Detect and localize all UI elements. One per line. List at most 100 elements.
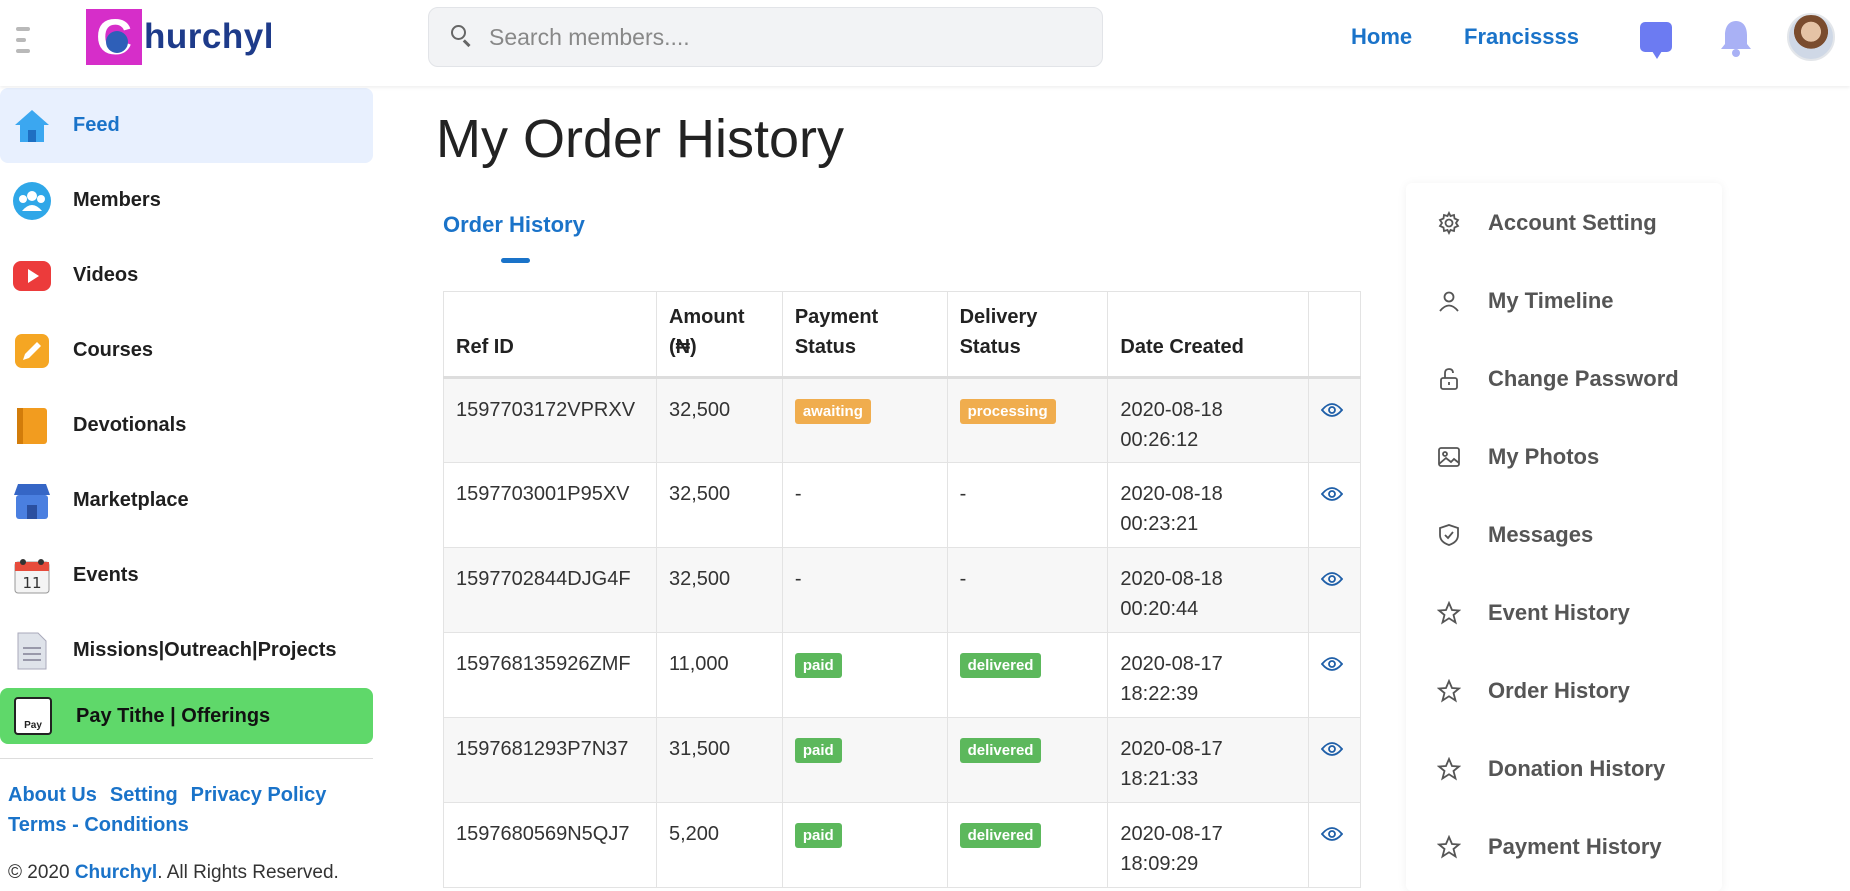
pencil-icon [12, 331, 52, 371]
svg-text:11: 11 [22, 574, 41, 592]
ref-id-cell: 1597703172VPRXV [443, 377, 657, 463]
delivery-status-badge: processing [959, 399, 1056, 424]
ref-id-cell: 1597703001P95XV [443, 462, 657, 548]
settings-item-account-setting[interactable]: Account Setting [1406, 197, 1722, 249]
delivery-status-cell: delivered [946, 632, 1109, 718]
brand-name: hurchyl [144, 17, 274, 56]
tab-active-indicator [501, 258, 530, 263]
column-header-amount: Amount (₦) [655, 291, 783, 378]
delivery-status-badge: delivered [959, 653, 1042, 678]
chat-icon[interactable] [1640, 22, 1672, 59]
copyright-brand[interactable]: Churchyl [75, 862, 157, 883]
footer-link-about[interactable]: About Us [8, 784, 97, 806]
view-eye-icon[interactable] [1320, 821, 1344, 851]
sidebar-item-events[interactable]: 11 Events [0, 538, 373, 613]
church-icon [106, 31, 128, 53]
date-created-cell: 2020-08-18 00:20:44 [1107, 547, 1309, 633]
settings-item-payment-history[interactable]: Payment History [1406, 821, 1722, 873]
nav-home-link[interactable]: Home [1351, 24, 1412, 50]
view-eye-icon[interactable] [1320, 651, 1344, 681]
payment-status-cell: - [781, 547, 948, 633]
sidebar-item-marketplace[interactable]: Marketplace [0, 463, 373, 538]
settings-item-donation-history[interactable]: Donation History [1406, 743, 1722, 795]
amount-cell: 32,500 [655, 547, 783, 633]
settings-item-my-photos[interactable]: My Photos [1406, 431, 1722, 483]
table-header-row: Ref ID Amount (₦) Payment Status Delivery S… [443, 291, 1361, 378]
footer-link-privacy[interactable]: Privacy Policy [191, 784, 327, 806]
sidebar-item-missions[interactable]: Missions|Outreach|Projects [0, 613, 373, 688]
star-icon [1436, 834, 1462, 860]
bell-icon[interactable] [1719, 18, 1753, 58]
sidebar-item-devotionals[interactable]: Devotionals [0, 388, 373, 463]
amount-cell: 11,000 [655, 632, 783, 718]
brand-logo[interactable]: C hurchyl [86, 8, 274, 66]
delivery-status-badge: delivered [959, 738, 1042, 763]
date-created-cell: 2020-08-17 18:21:33 [1107, 717, 1309, 803]
view-eye-icon[interactable] [1320, 481, 1344, 511]
payment-status-badge: paid [794, 653, 842, 678]
star-icon [1436, 678, 1462, 704]
star-icon [1436, 756, 1462, 782]
payment-status-cell: paid [781, 802, 948, 888]
view-eye-icon[interactable] [1320, 736, 1344, 766]
avatar[interactable] [1787, 13, 1835, 61]
settings-item-order-history[interactable]: Order History [1406, 665, 1722, 717]
view-cell [1308, 462, 1361, 548]
settings-item-my-timeline[interactable]: My Timeline [1406, 275, 1722, 327]
view-cell [1308, 632, 1361, 718]
ref-id-cell: 1597680569N5QJ7 [443, 802, 657, 888]
unlock-icon [1436, 366, 1462, 392]
column-header-delivery-status: Delivery Status [946, 291, 1109, 378]
copyright: © 2020 Churchyl. All Rights Reserved. [8, 862, 339, 883]
delivery-status-cell: processing [946, 377, 1109, 463]
footer-link-terms[interactable]: Terms - Conditions [8, 814, 189, 836]
top-header: C hurchyl Home Francissss [0, 0, 1850, 86]
settings-item-change-password[interactable]: Change Password [1406, 353, 1722, 405]
account-settings-panel: Account Setting My Timeline Change Passw… [1406, 183, 1722, 891]
delivery-status-cell: - [946, 547, 1109, 633]
store-icon [12, 481, 52, 521]
payment-status-badge: paid [794, 738, 842, 763]
column-header-actions [1308, 291, 1361, 378]
sidebar: Feed Members Videos Courses Devotionals … [0, 86, 374, 891]
payment-status-cell: paid [781, 632, 948, 718]
footer-links: About Us Setting Privacy Policy Terms - Co… [8, 780, 368, 840]
view-eye-icon[interactable] [1320, 397, 1344, 427]
settings-item-event-history[interactable]: Event History [1406, 587, 1722, 639]
footer-link-setting[interactable]: Setting [110, 784, 178, 806]
pay-tithe-button[interactable]: Pay Pay Tithe | Offerings [0, 688, 373, 744]
view-cell [1308, 547, 1361, 633]
members-icon [12, 181, 52, 221]
tab-order-history[interactable]: Order History [443, 212, 585, 238]
search-input[interactable] [489, 23, 1049, 51]
view-eye-icon[interactable] [1320, 566, 1344, 596]
sidebar-item-label: Events [73, 564, 139, 586]
settings-item-messages[interactable]: Messages [1406, 509, 1722, 561]
document-icon [12, 631, 52, 671]
sidebar-item-feed[interactable]: Feed [0, 88, 373, 163]
table-row: 1597703172VPRXV 32,500 awaiting processing 2… [443, 377, 1361, 463]
table-row: 1597702844DJG4F 32,500- -2020-08-18 00:20:4… [443, 547, 1361, 633]
date-created-cell: 2020-08-18 00:26:12 [1107, 377, 1309, 463]
amount-cell: 5,200 [655, 802, 783, 888]
sidebar-item-label: Feed [73, 114, 120, 136]
payment-status-badge: awaiting [794, 399, 871, 424]
sidebar-item-courses[interactable]: Courses [0, 313, 373, 388]
column-header-ref-id: Ref ID [443, 291, 657, 378]
sidebar-item-members[interactable]: Members [0, 163, 373, 238]
amount-cell: 32,500 [655, 377, 783, 463]
menu-toggle-icon[interactable] [16, 27, 38, 53]
pay-icon: Pay [14, 697, 52, 735]
nav-profile-link[interactable]: Francissss [1464, 24, 1579, 50]
date-created-cell: 2020-08-17 18:22:39 [1107, 632, 1309, 718]
search-bar[interactable] [428, 7, 1103, 67]
user-icon [1436, 288, 1462, 314]
sidebar-item-videos[interactable]: Videos [0, 238, 373, 313]
table-row: 1597681293P7N37 31,500 paid delivered 2020-0… [443, 717, 1361, 803]
column-header-payment-status: Payment Status [781, 291, 948, 378]
payment-status-badge: paid [794, 823, 842, 848]
sidebar-item-label: Videos [73, 264, 139, 286]
page-title: My Order History [436, 109, 845, 169]
star-icon [1436, 600, 1462, 626]
ref-id-cell: 1597702844DJG4F [443, 547, 657, 633]
